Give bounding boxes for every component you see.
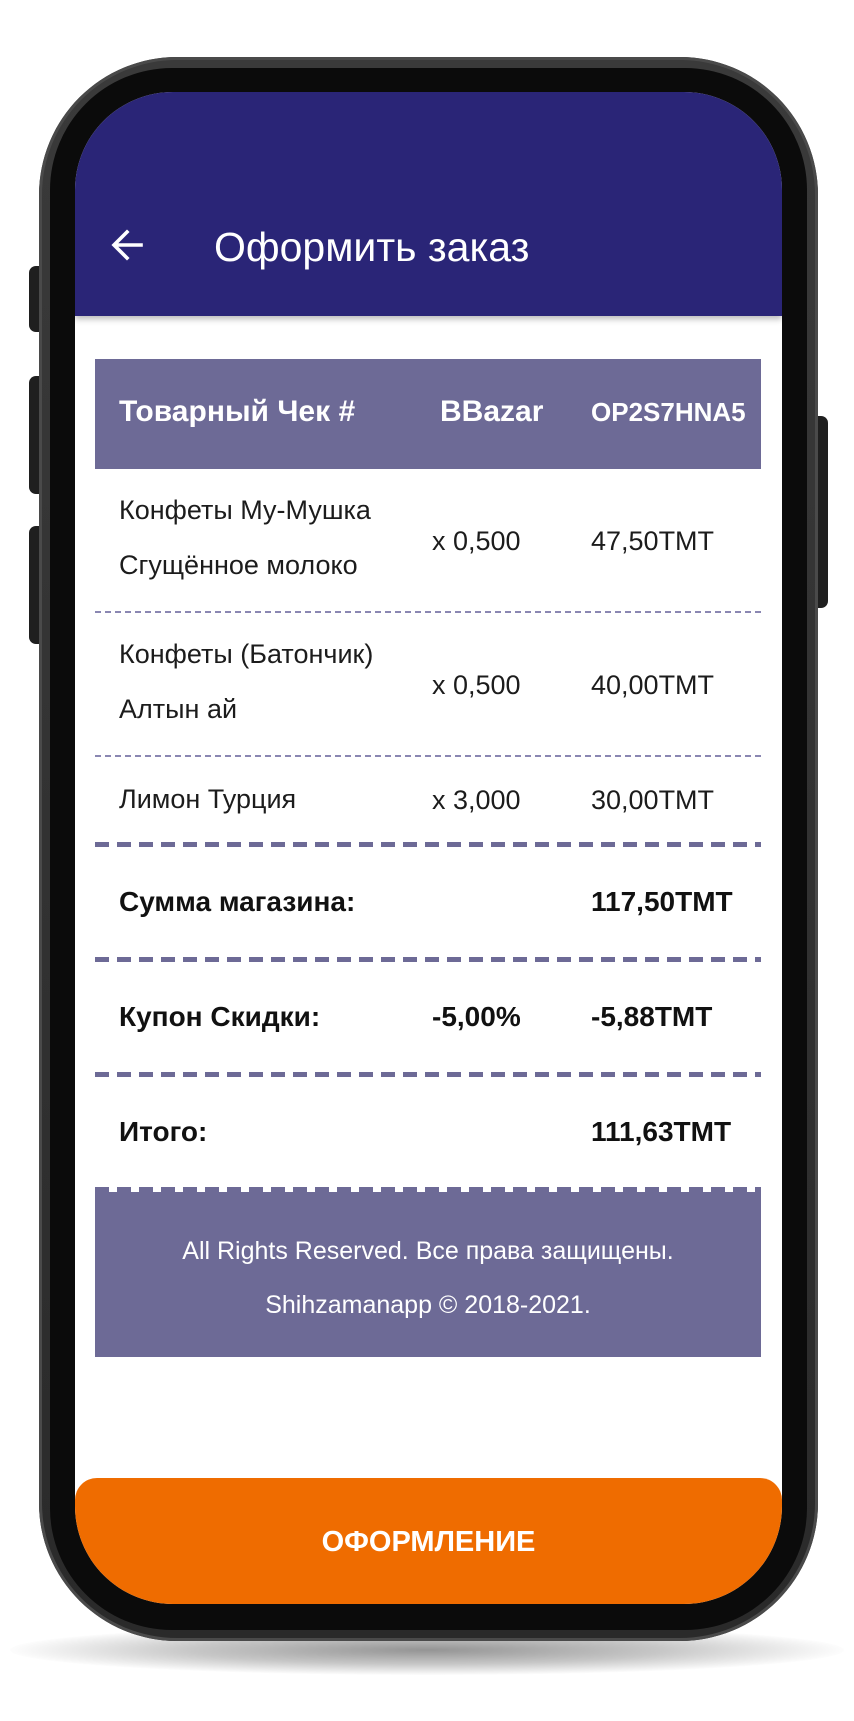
store-sum-row: Сумма магазина: 117,50TMT: [95, 847, 761, 957]
item-price: 40,00TMT: [591, 670, 715, 700]
item-name: Лимон Турция: [119, 784, 297, 814]
receipt-number-label: Товарный Чек #: [119, 395, 356, 428]
item-name: Конфеты (Батончик) Алтын ай: [119, 627, 373, 737]
arrow-left-icon: [111, 229, 143, 261]
order-code: OP2S7HNA5: [591, 397, 746, 427]
item-name-line: Сгущённое молоко: [119, 550, 358, 580]
app-bar: Оформить заказ: [75, 92, 782, 316]
item-name-line: Конфеты Му-Мушка: [119, 495, 371, 525]
page-title: Оформить заказ: [214, 224, 530, 270]
item-price: 30,00TMT: [591, 785, 715, 815]
item-name-line: Алтын ай: [119, 694, 238, 724]
item-quantity: x 0,500: [432, 670, 521, 700]
coupon-percent: -5,00%: [432, 1001, 521, 1032]
coupon-row: Купон Скидки: -5,00% -5,88TMT: [95, 962, 761, 1072]
total-value: 111,63TMT: [591, 1116, 732, 1147]
receipt-item: Лимон Турция x 3,000 30,00TMT: [95, 757, 761, 842]
app-screen: Оформить заказ Товарный Чек # BBazar OP2…: [75, 92, 782, 1604]
store-name: BBazar: [440, 395, 544, 428]
receipt-item: Конфеты (Батончик) Алтын ай x 0,500 40,0…: [95, 613, 761, 757]
receipt-header: Товарный Чек # BBazar OP2S7HNA5: [95, 359, 761, 469]
rights-text: All Rights Reserved. Все права защищены.: [182, 1237, 674, 1265]
store-sum-value: 117,50TMT: [591, 886, 733, 917]
coupon-value: -5,88TMT: [591, 1001, 713, 1032]
item-price: 47,50TMT: [591, 526, 715, 556]
checkout-button[interactable]: ОФОРМЛЕНИЕ: [75, 1478, 782, 1604]
total-row: Итого: 111,63TMT: [95, 1077, 761, 1187]
back-button[interactable]: [105, 223, 149, 267]
item-quantity: x 3,000: [432, 785, 521, 815]
receipt-item: Конфеты Му-Мушка Сгущённое молоко x 0,50…: [95, 469, 761, 613]
store-sum-label: Сумма магазина:: [119, 886, 356, 917]
device-stage: Оформить заказ Товарный Чек # BBazar OP2…: [0, 0, 854, 1721]
item-name-line: Конфеты (Батончик): [119, 639, 374, 669]
total-label: Итого:: [119, 1116, 208, 1147]
item-quantity: x 0,500: [432, 526, 521, 556]
checkout-button-label: ОФОРМЛЕНИЕ: [321, 1526, 536, 1558]
copyright-text: Shihzamanapp © 2018-2021.: [265, 1291, 591, 1319]
receipt-footer: All Rights Reserved. Все права защищены.…: [95, 1192, 761, 1357]
receipt-table: Товарный Чек # BBazar OP2S7HNA5 Конфеты …: [95, 359, 761, 1357]
item-name: Конфеты Му-Мушка Сгущённое молоко: [119, 483, 371, 593]
coupon-label: Купон Скидки:: [119, 1001, 321, 1032]
